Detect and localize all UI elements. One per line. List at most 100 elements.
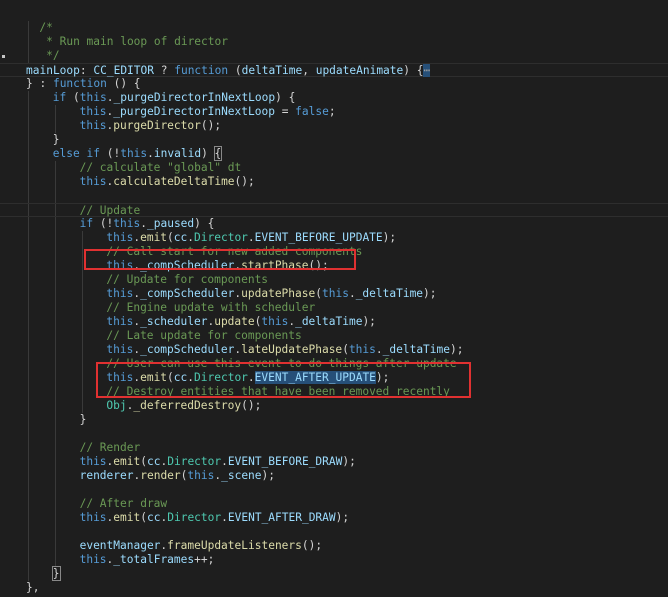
- code-line[interactable]: }: [0, 413, 668, 427]
- code-token: function: [174, 64, 229, 77]
- code-token: update: [214, 315, 255, 328]
- code-line[interactable]: this._compScheduler.updatePhase(this._de…: [0, 287, 668, 301]
- code-token: Obj: [106, 399, 127, 412]
- code-token: invalid: [153, 147, 202, 160]
- code-token: this: [106, 231, 134, 244]
- code-token: else: [52, 147, 80, 160]
- code-line[interactable]: }: [0, 566, 668, 581]
- code-line[interactable]: if (!this._paused) {: [0, 217, 668, 231]
- code-token: CC_EDITOR: [93, 64, 154, 77]
- code-token: this: [106, 287, 134, 300]
- code-token: );: [362, 315, 376, 328]
- code-token: }: [79, 413, 87, 426]
- code-line[interactable]: this.emit(cc.Director.EVENT_BEFORE_DRAW)…: [0, 455, 668, 469]
- code-line[interactable]: this.emit(cc.Director.EVENT_BEFORE_UPDAT…: [0, 231, 668, 245]
- code-token: this: [106, 343, 134, 356]
- code-token: (!: [99, 147, 121, 160]
- code-line[interactable]: Obj._deferredDestroy();: [0, 399, 668, 413]
- code-line[interactable]: renderer.render(this._scene);: [0, 469, 668, 483]
- code-token: (: [66, 91, 80, 104]
- code-token: );: [450, 343, 464, 356]
- code-line[interactable]: this._compScheduler.lateUpdatePhase(this…: [0, 343, 668, 357]
- code-token: .: [147, 147, 154, 160]
- code-line[interactable]: [0, 525, 668, 539]
- code-token: (: [342, 343, 349, 356]
- code-line[interactable]: [0, 427, 668, 441]
- code-line[interactable]: * Run main loop of director: [0, 35, 668, 49]
- code-editor[interactable]: /* * Run main loop of director */ mainLoo…: [0, 0, 668, 597]
- code-token: function: [52, 77, 107, 90]
- code-line[interactable]: if (this._purgeDirectorInNextLoop) {: [0, 91, 668, 105]
- code-token: Director: [167, 511, 222, 524]
- code-token: /*: [39, 21, 53, 34]
- code-token: _deltaTime: [382, 343, 450, 356]
- code-line[interactable]: // Update for components: [0, 273, 668, 287]
- code-line[interactable]: */: [0, 49, 668, 63]
- code-line[interactable]: // Update: [0, 203, 668, 217]
- code-line[interactable]: this._scheduler.update(this._deltaTime);: [0, 315, 668, 329]
- code-line[interactable]: } : function () {: [0, 77, 668, 91]
- code-token: (: [167, 231, 174, 244]
- code-token: this: [79, 91, 107, 104]
- code-line[interactable]: // calculate "global" dt: [0, 161, 668, 175]
- code-token: // Render: [79, 441, 141, 454]
- code-token: this: [79, 455, 107, 468]
- code-line[interactable]: else if (!this.invalid) {: [0, 146, 668, 161]
- code-line[interactable]: this.calculateDeltaTime();: [0, 175, 668, 189]
- code-token: ;: [328, 105, 336, 118]
- code-line[interactable]: // Engine update with scheduler: [0, 301, 668, 315]
- code-token: if: [52, 91, 67, 104]
- code-token: deltaTime: [241, 64, 303, 77]
- code-token: this: [348, 343, 376, 356]
- code-line-text: }: [51, 566, 61, 581]
- code-line[interactable]: this._totalFrames++;: [0, 553, 668, 567]
- code-token: ();: [200, 119, 222, 132]
- code-token: .: [247, 231, 255, 244]
- code-token: */: [39, 49, 60, 62]
- code-line-text: eventManager.frameUpdateListeners();: [80, 539, 323, 553]
- code-line[interactable]: [0, 483, 668, 497]
- code-token: lateUpdatePhase: [241, 343, 343, 356]
- code-token: Director: [167, 455, 222, 468]
- code-line[interactable]: eventManager.frameUpdateListeners();: [0, 539, 668, 553]
- code-line[interactable]: }: [0, 133, 668, 147]
- code-token: (: [140, 455, 147, 468]
- code-token: this: [79, 553, 107, 566]
- code-line[interactable]: // After draw: [0, 497, 668, 511]
- code-token: _deferredDestroy: [133, 399, 242, 412]
- code-line[interactable]: // Render: [0, 441, 668, 455]
- code-token: _scheduler: [140, 315, 208, 328]
- code-line-text: else if (!this.invalid) {: [52, 146, 223, 161]
- code-token: _compScheduler: [140, 287, 235, 300]
- code-token: EVENT_BEFORE_UPDATE: [254, 231, 383, 244]
- code-token: frameUpdateListeners: [167, 539, 302, 552]
- code-line-text: // After draw: [80, 497, 168, 511]
- code-line[interactable]: mainLoop: CC_EDITOR ? function (deltaTim…: [0, 63, 668, 77]
- code-line[interactable]: },: [0, 581, 668, 595]
- code-line[interactable]: // Late update for components: [0, 329, 668, 343]
- code-token: );: [335, 511, 350, 524]
- code-line-text: // Late update for components: [106, 329, 301, 343]
- code-line[interactable]: [0, 7, 668, 21]
- code-line[interactable]: /*: [0, 21, 668, 35]
- code-line-text: this._scheduler.update(this._deltaTime);: [106, 315, 376, 329]
- code-token: },: [26, 581, 40, 594]
- code-token: if: [86, 147, 100, 160]
- code-line-text: this._purgeDirectorInNextLoop = false;: [80, 105, 336, 119]
- code-line-text: * Run main loop of director: [39, 35, 228, 49]
- code-line-text: } : function () {: [26, 77, 141, 91]
- code-line-text: // Engine update with scheduler: [106, 301, 315, 315]
- matching-bracket: {: [213, 146, 223, 161]
- code-line-text: // calculate "global" dt: [80, 161, 242, 175]
- code-line-text: // Update for components: [106, 273, 268, 287]
- code-token: (!: [93, 217, 114, 230]
- code-line[interactable]: this.purgeDirector();: [0, 119, 668, 133]
- code-token: ();: [301, 539, 323, 552]
- code-line[interactable]: this._purgeDirectorInNextLoop = false;: [0, 105, 668, 119]
- code-line[interactable]: [0, 189, 668, 203]
- code-token: :: [79, 64, 94, 77]
- code-token: );: [342, 455, 356, 468]
- code-line[interactable]: this.emit(cc.Director.EVENT_AFTER_DRAW);: [0, 511, 668, 525]
- code-token: .: [221, 455, 228, 468]
